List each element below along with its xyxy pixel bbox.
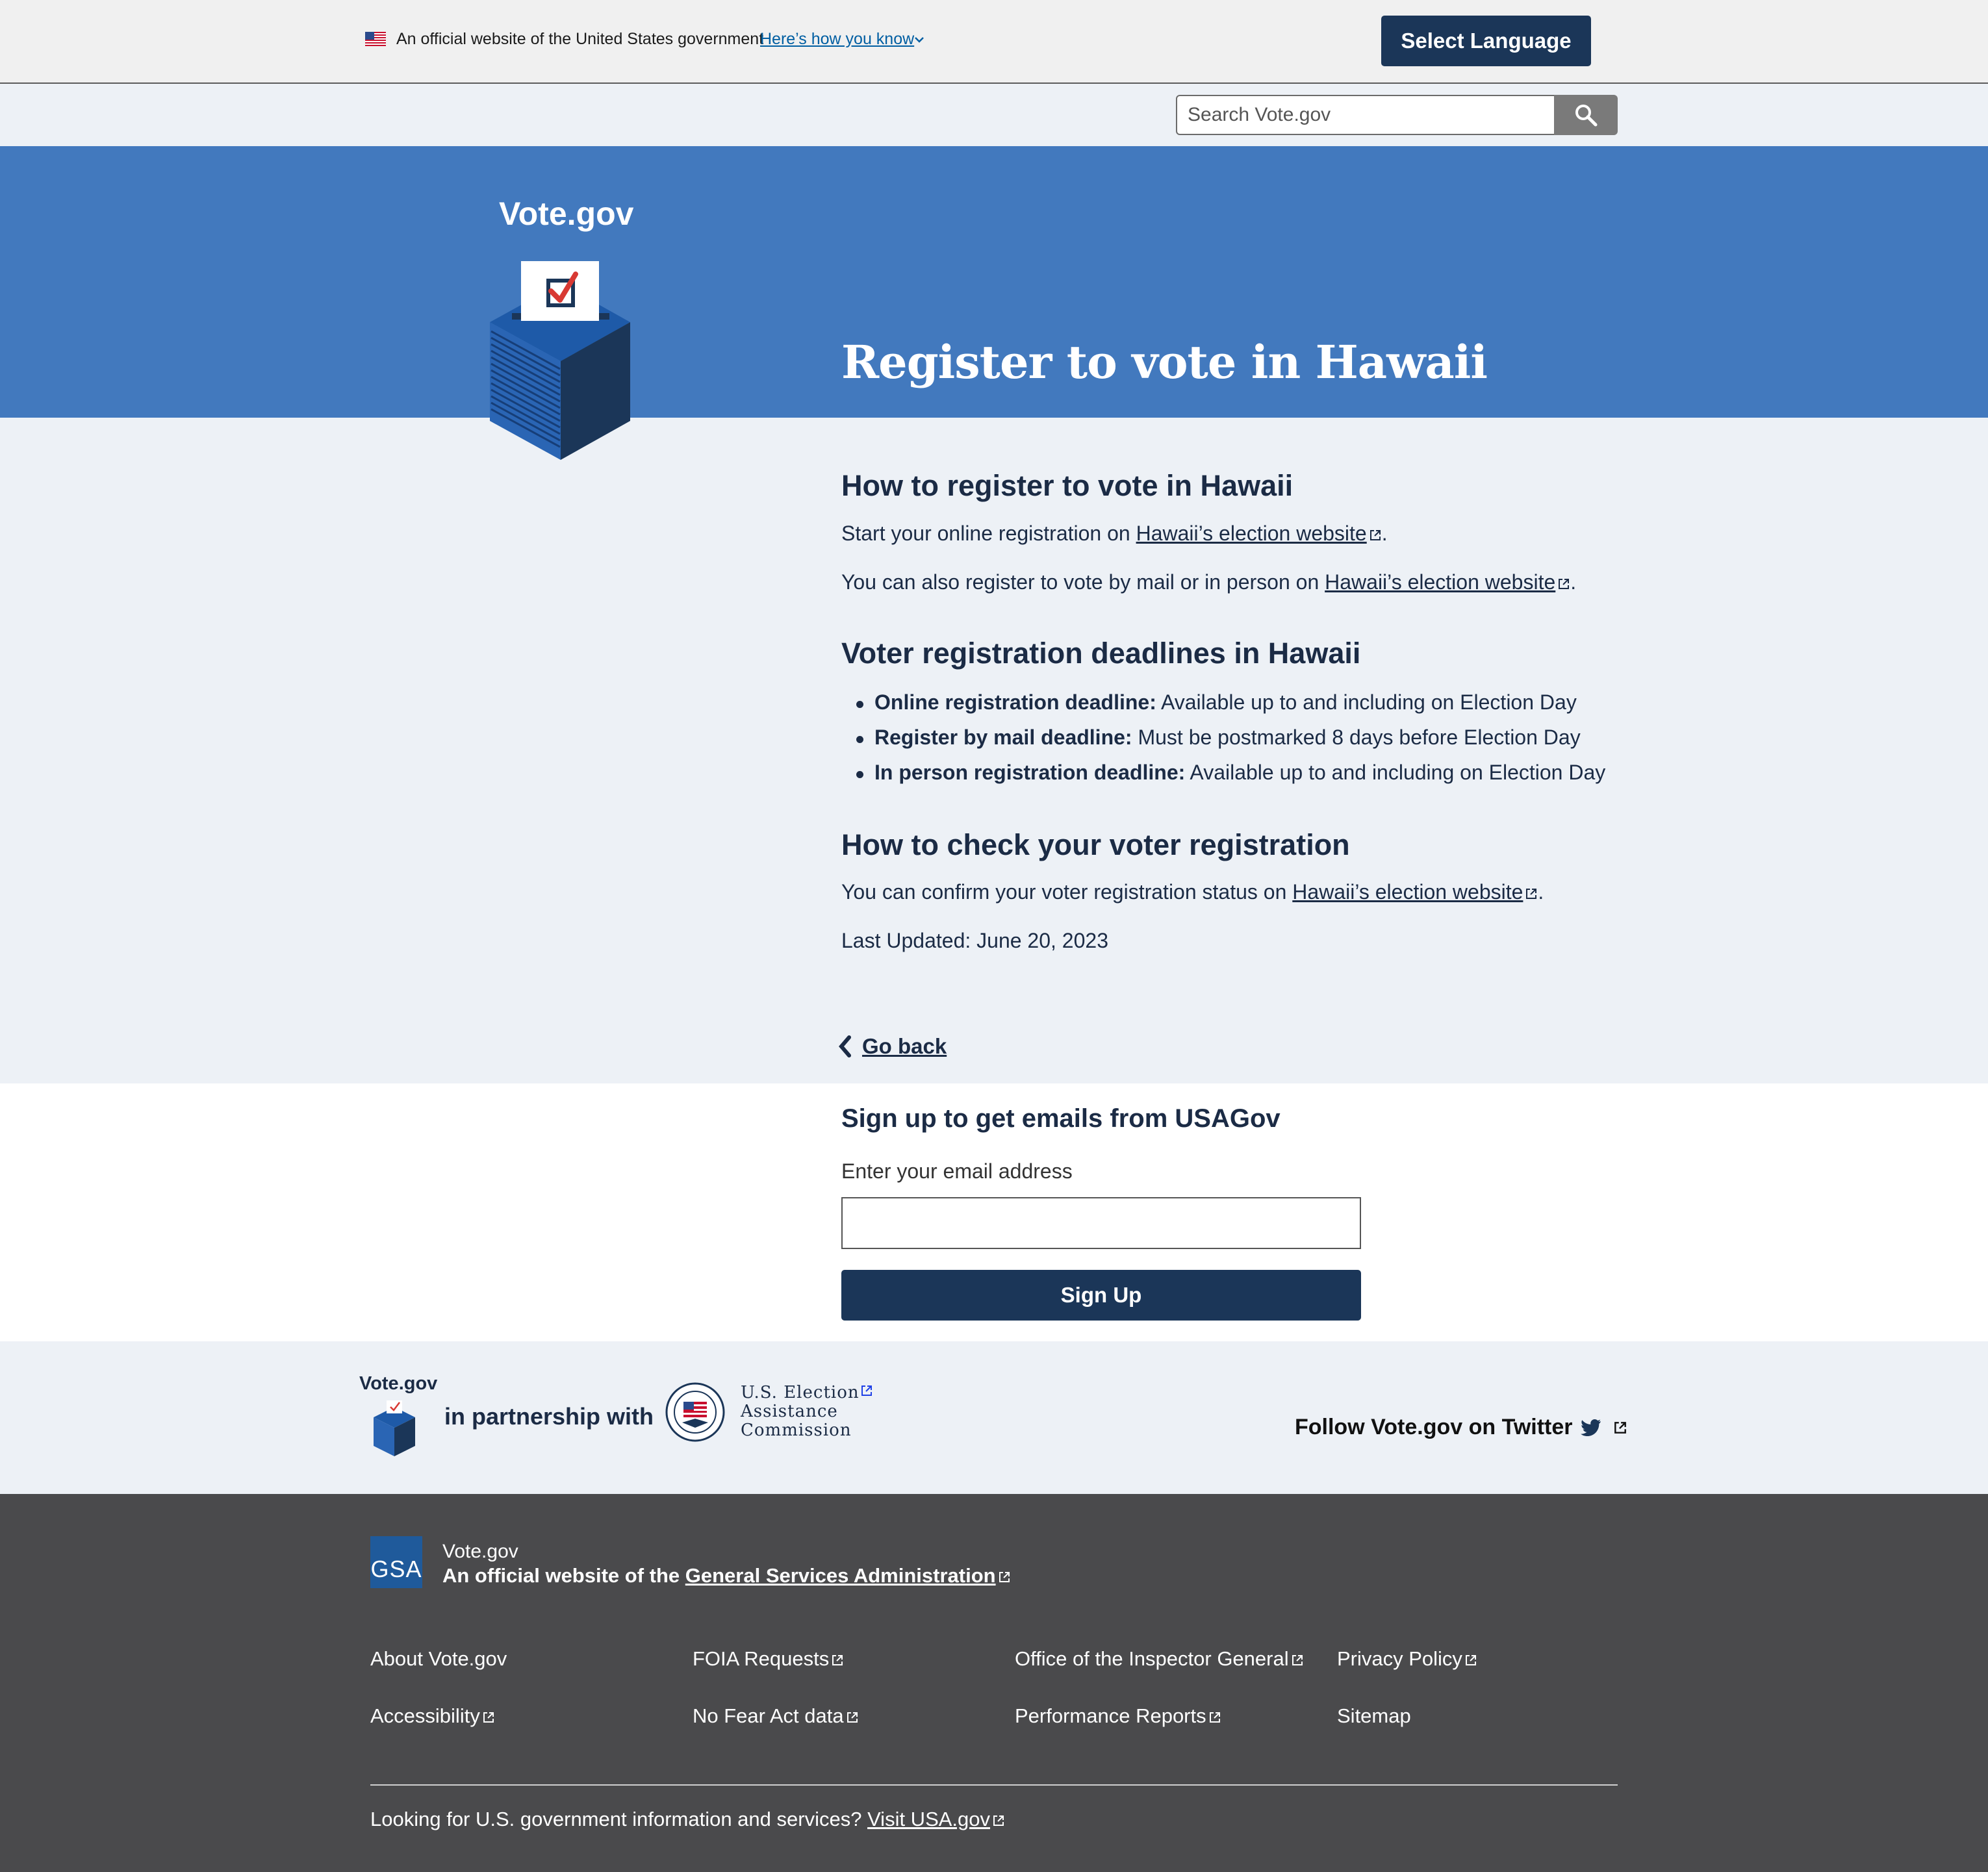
select-language-button[interactable]: Select Language	[1381, 16, 1591, 66]
footer-site-name: Vote.gov	[442, 1541, 518, 1562]
check-registration-heading: How to check your voter registration	[841, 828, 1350, 861]
how-to-register-heading: How to register to vote in Hawaii	[841, 469, 1293, 502]
signup-heading: Sign up to get emails from USAGov	[841, 1104, 1281, 1133]
search-input[interactable]	[1176, 95, 1555, 135]
heres-how-you-know-link[interactable]: Here’s how you know	[760, 30, 914, 49]
footer-link-foia[interactable]: FOIA Requests	[693, 1647, 844, 1671]
footer-link-privacy[interactable]: Privacy Policy	[1337, 1647, 1477, 1671]
gsa-link[interactable]: General Services Administration	[685, 1564, 996, 1587]
gsa-logo[interactable]: GSA	[370, 1536, 422, 1588]
last-updated: Last Updated: June 20, 2023	[841, 929, 1108, 952]
external-link-icon	[998, 1571, 1011, 1584]
confirm-registration-text: You can confirm your voter registration …	[841, 880, 1544, 904]
hawaii-election-website-link[interactable]: Hawaii’s election website	[1325, 570, 1555, 594]
deadlines-heading: Voter registration deadlines in Hawaii	[841, 637, 1361, 670]
list-item: Register by mail deadline: Must be postm…	[856, 726, 1605, 761]
page-title: Register to vote in Hawaii	[841, 335, 1488, 389]
footer-link-inspector-general[interactable]: Office of the Inspector General	[1015, 1647, 1304, 1671]
site-name[interactable]: Vote.gov	[499, 195, 633, 233]
footer-official-text: An official website of the General Servi…	[442, 1564, 1011, 1587]
us-flag-icon	[365, 32, 386, 46]
footer-link-performance[interactable]: Performance Reports	[1015, 1704, 1221, 1728]
external-link-icon	[846, 1711, 859, 1724]
online-registration-text: Start your online registration on Hawaii…	[841, 522, 1388, 545]
footer-link-no-fear-act[interactable]: No Fear Act data	[693, 1704, 859, 1728]
external-link-icon	[1613, 1421, 1627, 1435]
footer-divider	[370, 1784, 1618, 1786]
ballot-box-logo[interactable]	[489, 260, 633, 460]
external-link-icon	[482, 1711, 495, 1724]
external-link-icon	[1464, 1654, 1477, 1667]
footer-link-accessibility[interactable]: Accessibility	[370, 1704, 495, 1728]
vote-gov-small-logo-text[interactable]: Vote.gov	[359, 1373, 437, 1395]
eac-name[interactable]: U.S. Election Assistance Commission	[741, 1384, 860, 1440]
twitter-icon	[1580, 1419, 1601, 1436]
footer-usa-gov-text: Looking for U.S. government information …	[370, 1808, 1005, 1831]
external-link-icon	[831, 1654, 844, 1667]
search-button[interactable]	[1554, 95, 1618, 135]
ballot-box-small-icon[interactable]	[372, 1400, 416, 1456]
external-link-icon	[1369, 529, 1382, 542]
official-site-text: An official website of the United States…	[396, 30, 764, 48]
list-item: Online registration deadline: Available …	[856, 690, 1605, 726]
footer-link-about[interactable]: About Vote.gov	[370, 1647, 507, 1671]
chevron-down-icon[interactable]	[913, 34, 925, 45]
follow-twitter-link[interactable]: Follow Vote.gov on Twitter	[1295, 1415, 1627, 1440]
external-link-icon	[1557, 577, 1570, 590]
partnership-text: in partnership with	[444, 1403, 654, 1430]
email-field[interactable]	[841, 1197, 1361, 1249]
go-back-link[interactable]: Go back	[836, 1034, 947, 1059]
external-link-icon	[1208, 1711, 1221, 1724]
search-bar	[0, 84, 1988, 146]
external-link-icon	[1525, 887, 1538, 900]
partner-section	[0, 1341, 1988, 1494]
external-link-icon	[1291, 1654, 1304, 1667]
external-link-icon	[860, 1384, 873, 1397]
hawaii-election-website-link[interactable]: Hawaii’s election website	[1136, 522, 1367, 545]
visit-usa-gov-link[interactable]: Visit USA.gov	[867, 1808, 990, 1830]
list-item: In person registration deadline: Availab…	[856, 761, 1605, 796]
hawaii-election-website-link[interactable]: Hawaii’s election website	[1292, 880, 1523, 904]
email-label: Enter your email address	[841, 1159, 1073, 1183]
chevron-left-icon	[839, 1035, 851, 1057]
gov-banner: An official website of the United States…	[0, 0, 1988, 84]
eac-seal-icon[interactable]	[665, 1382, 725, 1442]
footer-link-sitemap[interactable]: Sitemap	[1337, 1704, 1411, 1728]
search-icon	[1575, 105, 1598, 127]
external-link-icon	[992, 1814, 1005, 1827]
mail-registration-text: You can also register to vote by mail or…	[841, 570, 1577, 594]
deadlines-list: Online registration deadline: Available …	[856, 690, 1605, 796]
sign-up-button[interactable]: Sign Up	[841, 1270, 1361, 1321]
